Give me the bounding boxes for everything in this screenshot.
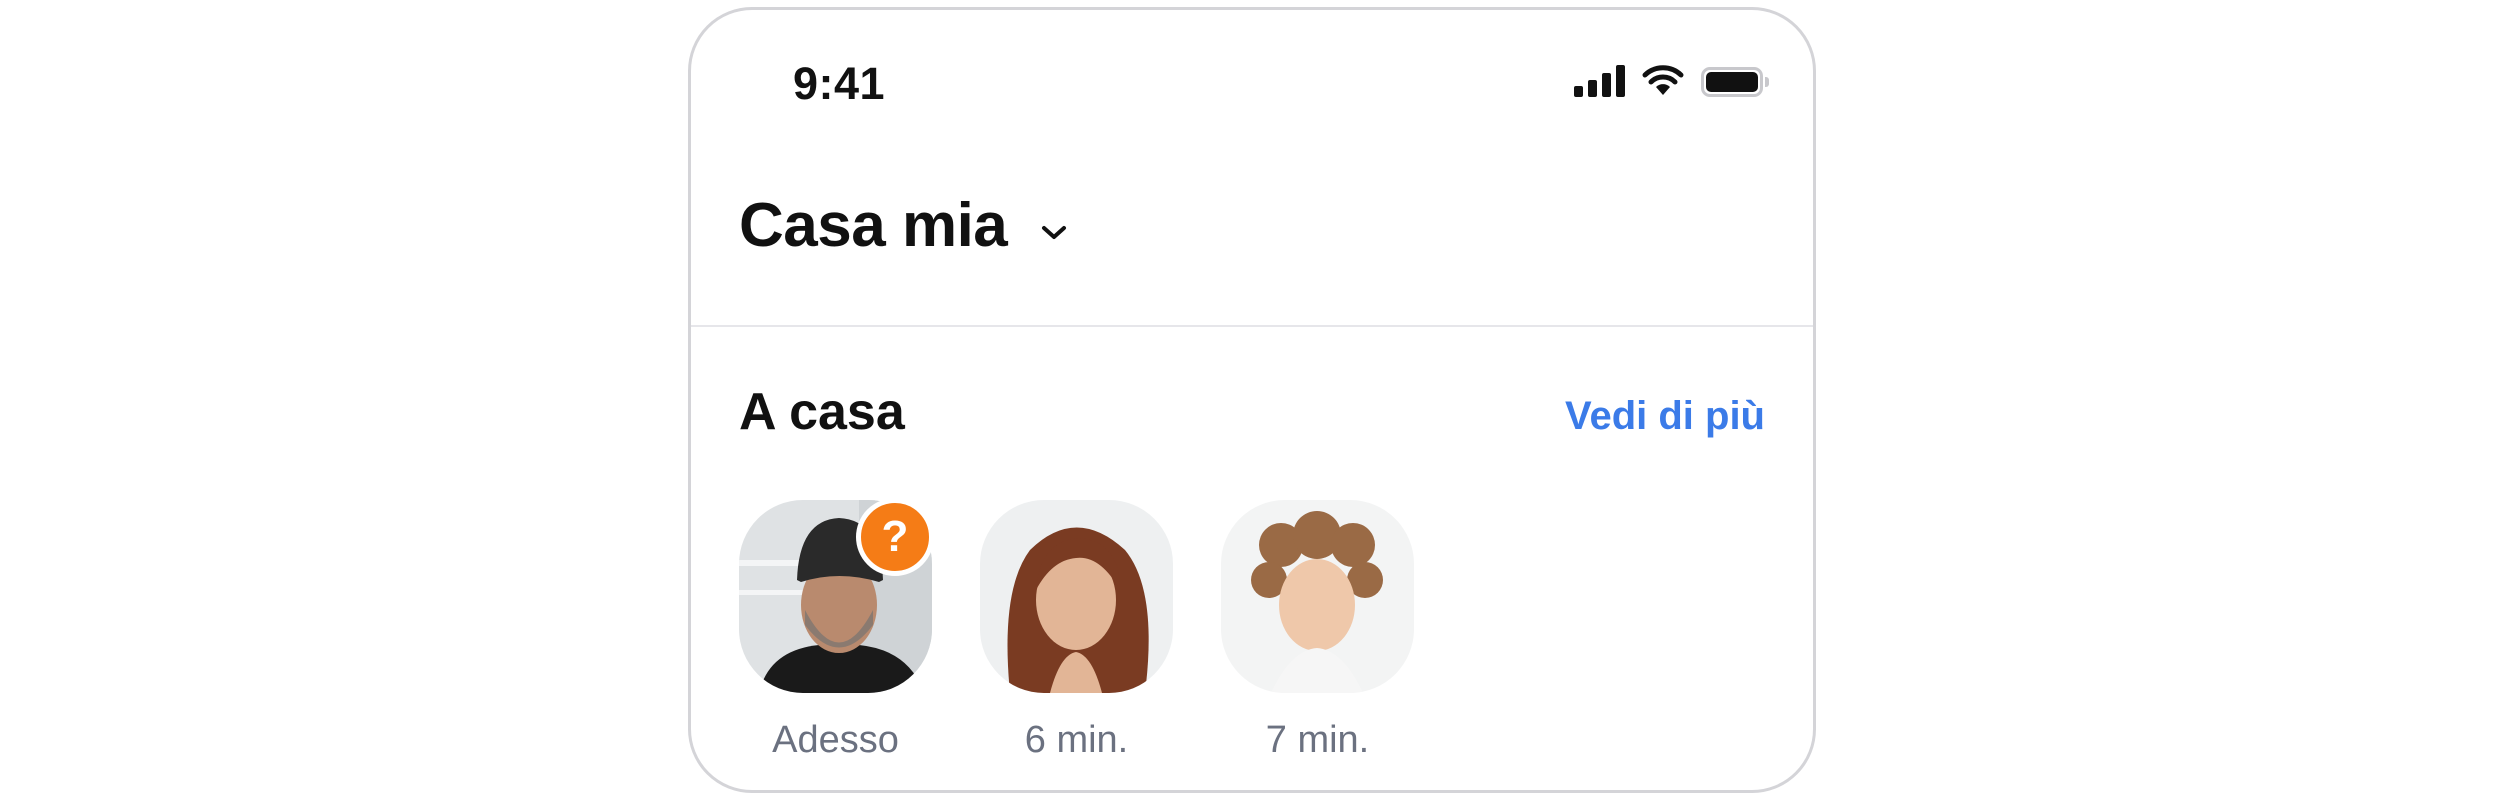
home-selector[interactable]: Casa mia [739,190,1067,261]
person-item[interactable]: ? Adesso [739,498,934,762]
chevron-down-icon [1042,225,1067,239]
person-time: 7 min. [1265,719,1370,761]
cellular-signal-icon [1574,65,1625,97]
people-list: ? Adesso 6 min. 7 min. [739,498,1414,762]
home-title: Casa mia [739,191,1008,260]
status-time: 9:41 [793,58,886,109]
section-title: A casa [739,383,905,441]
wifi-icon [1641,65,1685,97]
person-item[interactable]: 6 min. [980,500,1173,762]
phone-frame: 9:41 Casa mia A casa Vedi di più ? Adess… [688,7,1816,793]
person-item[interactable]: 7 min. [1221,500,1414,762]
status-icons [1574,65,1769,97]
see-more-link[interactable]: Vedi di più [1565,394,1765,439]
avatar [980,500,1173,693]
battery-icon [1701,67,1769,97]
status-bar: 9:41 [691,10,1813,160]
avatar [1221,500,1414,693]
divider [691,325,1813,327]
person-time: Adesso [772,719,899,761]
unknown-status-badge: ? [856,498,934,576]
person-time: 6 min. [1024,719,1129,761]
